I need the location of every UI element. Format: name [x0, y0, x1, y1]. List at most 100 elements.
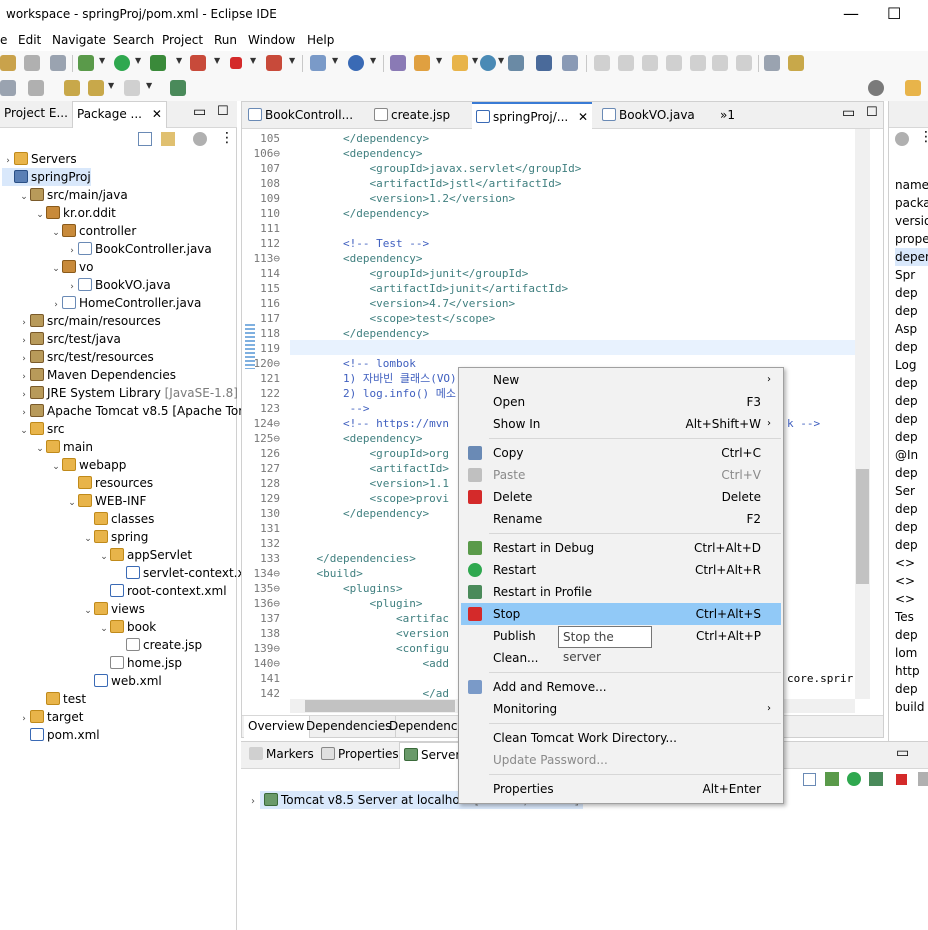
menu-edit[interactable]: Edit [18, 33, 41, 47]
menu-item-restart[interactable]: Restart Ctrl+Alt+R [461, 559, 781, 581]
outline-item[interactable]: <> [895, 590, 915, 608]
tree-item[interactable]: › src/main/resources [18, 312, 161, 330]
tree-item[interactable]: ⌄ views [82, 600, 145, 618]
close-icon[interactable]: ✕ [578, 110, 588, 124]
tab-pom-xml[interactable]: springProj/... ✕ [472, 102, 593, 129]
twisty-icon[interactable]: ⌄ [18, 188, 30, 206]
save-all-icon[interactable] [24, 55, 40, 71]
tree-item[interactable]: ⌄ src/main/java [18, 186, 128, 204]
outline-item[interactable]: depen [895, 248, 928, 266]
outline-item[interactable]: dep [895, 284, 918, 302]
outline-item[interactable]: version [895, 212, 928, 230]
tree-item[interactable]: resources [66, 474, 153, 492]
suspend-icon[interactable] [618, 55, 634, 71]
twisty-icon[interactable]: ⌄ [66, 494, 78, 512]
tree-item[interactable]: root-context.xml [98, 582, 227, 600]
globe-icon[interactable] [480, 55, 496, 71]
outline-item[interactable]: dep [895, 428, 918, 446]
collapse-all-icon[interactable] [803, 773, 816, 786]
outline-item[interactable]: dep [895, 374, 918, 392]
stop-icon[interactable] [230, 57, 242, 69]
tree-item[interactable]: home.jsp [98, 654, 182, 672]
minimize-icon[interactable]: ▭ [896, 745, 909, 761]
history-icon[interactable] [0, 80, 16, 96]
menu-item-new[interactable]: New › [461, 369, 781, 391]
search-icon[interactable] [508, 55, 524, 71]
tab-overview[interactable]: Overview [244, 716, 310, 738]
menu-file[interactable]: e [0, 33, 7, 47]
tree-item[interactable]: servlet-context.xm [114, 564, 256, 582]
outline-item[interactable]: proper [895, 230, 928, 248]
new-project-icon[interactable] [310, 55, 326, 71]
outline-icon[interactable] [895, 132, 909, 146]
stop-icon[interactable] [896, 774, 907, 785]
scroll-thumb[interactable] [305, 700, 455, 712]
twisty-icon[interactable]: ⌄ [50, 224, 62, 242]
tab-properties[interactable]: Properties [317, 742, 403, 769]
menu-item-open[interactable]: Open F3 [461, 391, 781, 413]
menu-navigate[interactable]: Navigate [52, 33, 106, 47]
vertical-scrollbar[interactable] [855, 129, 870, 699]
twisty-icon[interactable]: ⌄ [34, 440, 46, 458]
twisty-icon[interactable]: ⌄ [98, 620, 110, 638]
search-icon[interactable] [868, 80, 884, 96]
open-folder-icon[interactable] [452, 55, 468, 71]
save-icon[interactable] [0, 55, 16, 71]
twisty-icon[interactable]: ⌄ [50, 458, 62, 476]
twisty-icon[interactable]: ⌄ [18, 422, 30, 440]
tree-item[interactable]: › Apache Tomcat v8.5 [Apache Tomca [18, 402, 264, 420]
menu-item-restart-in-debug[interactable]: Restart in Debug Ctrl+Alt+D [461, 537, 781, 559]
annotation-icon[interactable] [536, 55, 552, 71]
menu-item-show-in[interactable]: Show In Alt+Shift+W › [461, 413, 781, 435]
tree-item[interactable]: ⌄ webapp [50, 456, 126, 474]
coverage-icon[interactable] [190, 55, 206, 71]
outline-item[interactable]: Ser [895, 482, 915, 500]
print-icon[interactable] [50, 55, 66, 71]
step-into-icon[interactable] [690, 55, 706, 71]
menu-item-rename[interactable]: Rename F2 [461, 508, 781, 530]
outline-item[interactable]: Spr [895, 266, 915, 284]
profile-icon[interactable] [869, 772, 883, 786]
menu-item-clean[interactable]: Clean... [461, 647, 781, 669]
tab-package-explorer[interactable]: Package ... ✕ [72, 101, 167, 128]
tree-item[interactable]: › BookVO.java [66, 276, 171, 294]
outline-item[interactable]: <> [895, 572, 915, 590]
step-return-icon[interactable] [736, 55, 752, 71]
twisty-icon[interactable]: ⌄ [98, 548, 110, 566]
maximize-icon[interactable]: ☐ [866, 105, 878, 120]
outline-item[interactable]: dep [895, 392, 918, 410]
run-external-icon[interactable] [150, 55, 166, 71]
minimize-button[interactable]: — [843, 4, 859, 23]
outline-item[interactable]: dep [895, 410, 918, 428]
menu-item-add-and-remove[interactable]: Add and Remove... [461, 676, 781, 698]
outline-item[interactable]: build [895, 698, 925, 716]
tree-item[interactable]: test [34, 690, 86, 708]
tree-item[interactable]: › Servers [2, 150, 77, 168]
menu-project[interactable]: Project [162, 33, 203, 47]
outline-item[interactable]: dep [895, 626, 918, 644]
back-icon[interactable] [88, 80, 104, 96]
menu-run[interactable]: Run [214, 33, 237, 47]
tree-item[interactable]: ⌄ controller [50, 222, 136, 240]
open-perspective-icon[interactable] [170, 80, 186, 96]
tree-item[interactable]: create.jsp [114, 636, 202, 654]
tree-item[interactable]: ⌄ main [34, 438, 93, 456]
tree-item[interactable]: ⌄ src [18, 420, 65, 438]
tree-item[interactable]: pom.xml [18, 726, 100, 744]
twisty-icon[interactable]: ⌄ [82, 602, 94, 620]
open-type-icon[interactable] [390, 55, 406, 71]
toggle-icon[interactable] [764, 55, 780, 71]
tree-item[interactable]: classes [82, 510, 154, 528]
resume-icon[interactable] [594, 55, 610, 71]
tab-dependency-hierarchy[interactable]: Dependency [385, 716, 470, 738]
forward-icon[interactable] [124, 80, 140, 96]
menu-item-stop[interactable]: Stop Ctrl+Alt+S [461, 603, 781, 625]
new-class-icon[interactable] [348, 55, 364, 71]
tab-project-explorer[interactable]: Project E... [0, 101, 72, 128]
maximize-icon[interactable]: ☐ [217, 104, 229, 119]
minimize-icon[interactable]: ▭ [842, 105, 855, 121]
outline-item[interactable]: packag [895, 194, 928, 212]
filter-icon[interactable] [193, 132, 207, 146]
publish-icon[interactable] [918, 772, 928, 786]
next-annotation-icon[interactable] [788, 55, 804, 71]
